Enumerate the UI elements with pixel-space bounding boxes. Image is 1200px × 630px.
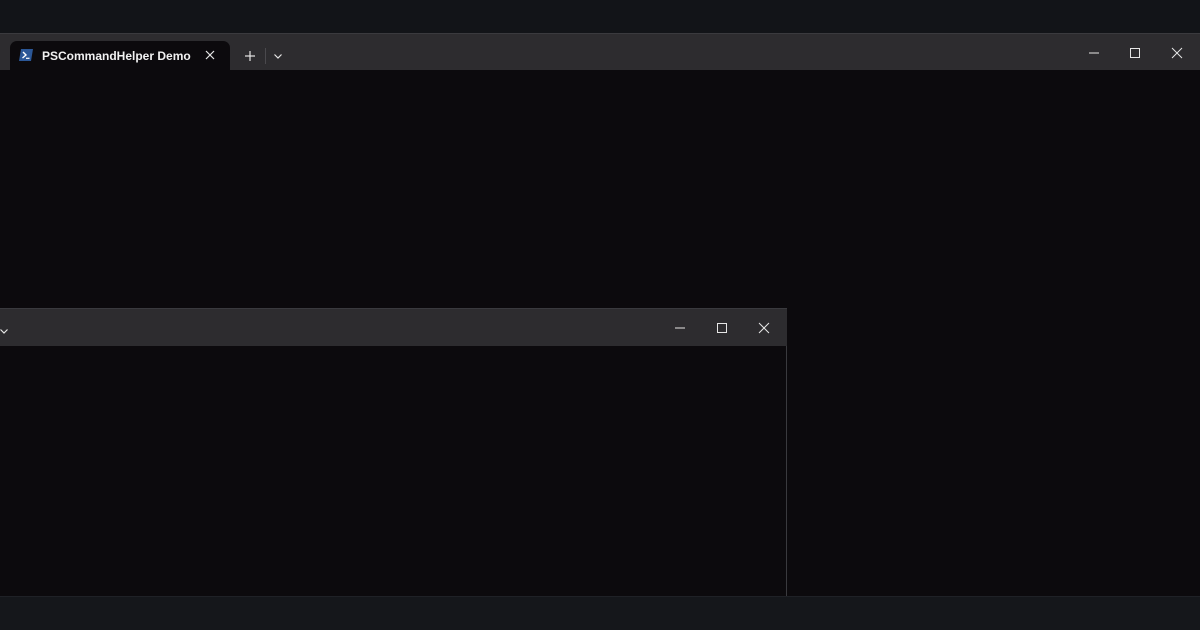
window-titlebar[interactable]: PSCommandHelper Demo bbox=[0, 34, 1200, 71]
maximize-icon bbox=[1130, 48, 1140, 58]
close-tab-button[interactable] bbox=[203, 48, 217, 62]
powershell-icon bbox=[19, 49, 33, 61]
tab-pscommandhelper-demo[interactable]: PSCommandHelper Demo bbox=[10, 41, 230, 71]
desktop: PSCommandHelper Demo bbox=[0, 0, 1200, 630]
new-tab-button[interactable] bbox=[238, 44, 262, 68]
terminal-window-secondary[interactable] bbox=[0, 308, 787, 596]
minimize-button[interactable] bbox=[659, 309, 701, 345]
maximize-button[interactable] bbox=[1114, 34, 1156, 70]
close-icon bbox=[1171, 47, 1183, 59]
taskbar bbox=[0, 596, 1200, 630]
maximize-icon bbox=[717, 323, 727, 333]
close-icon bbox=[758, 322, 770, 334]
close-window-button[interactable] bbox=[743, 309, 785, 345]
close-icon bbox=[205, 50, 215, 60]
minimize-icon bbox=[1089, 52, 1099, 54]
close-window-button[interactable] bbox=[1156, 34, 1198, 70]
minimize-icon bbox=[675, 327, 685, 329]
tab-title: PSCommandHelper Demo bbox=[42, 49, 191, 63]
window-titlebar[interactable] bbox=[0, 309, 787, 346]
tab-separator bbox=[265, 48, 266, 64]
chevron-down-icon bbox=[274, 54, 282, 59]
profile-dropdown-button[interactable] bbox=[268, 44, 288, 68]
maximize-button[interactable] bbox=[701, 309, 743, 345]
minimize-button[interactable] bbox=[1073, 34, 1115, 70]
chevron-down-icon bbox=[0, 329, 8, 334]
plus-icon bbox=[245, 51, 255, 61]
profile-dropdown-button[interactable] bbox=[0, 319, 14, 343]
